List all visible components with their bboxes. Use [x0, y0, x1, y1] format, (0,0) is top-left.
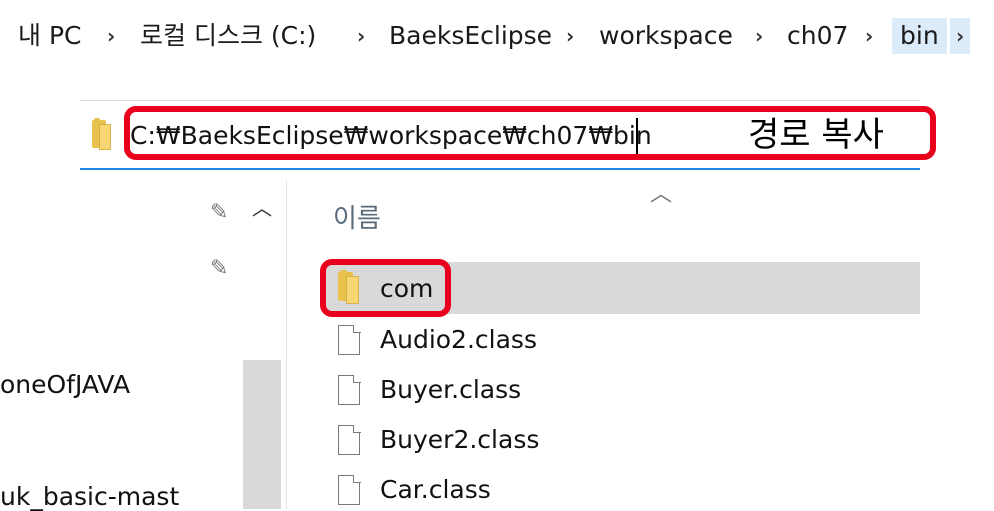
com-highlight-box	[320, 259, 451, 317]
copy-path-annotation: 경로 복사	[748, 115, 884, 155]
file-icon	[338, 424, 361, 455]
chevron-up-icon[interactable]: ︿	[252, 192, 272, 221]
breadcrumb-item-my-pc[interactable]: 내 PC	[18, 18, 81, 54]
file-name-car[interactable]: Car.class	[380, 475, 491, 504]
folder-icon	[92, 118, 112, 151]
breadcrumb: 내 PC › 로컬 디스크 (C:) › BaeksEclipse › work…	[0, 0, 994, 72]
chevron-right-icon[interactable]: ›	[950, 18, 971, 54]
file-icon	[338, 324, 361, 355]
file-icon	[338, 374, 361, 405]
breadcrumb-item-bin[interactable]: bin	[892, 18, 947, 54]
chevron-right-icon[interactable]: ›	[865, 18, 873, 54]
file-name-buyer[interactable]: Buyer.class	[380, 375, 521, 404]
file-name-buyer2[interactable]: Buyer2.class	[380, 425, 539, 454]
chevron-right-icon[interactable]: ›	[107, 18, 115, 54]
breadcrumb-item-baekseclipse[interactable]: BaeksEclipse	[389, 18, 552, 54]
chevron-right-icon[interactable]: ›	[357, 18, 365, 54]
nav-item-basic-master[interactable]: uk_basic-mast	[0, 482, 243, 511]
nav-item-oneofjava[interactable]: oneOfJAVA	[0, 370, 210, 399]
chevron-right-icon[interactable]: ›	[755, 18, 763, 54]
pin-icon[interactable]: ✎	[210, 200, 228, 225]
chevron-right-icon[interactable]: ›	[566, 18, 574, 54]
breadcrumb-item-local-disk[interactable]: 로컬 디스크 (C:)	[140, 18, 316, 54]
pin-icon[interactable]: ✎	[210, 256, 228, 281]
file-icon	[338, 474, 361, 505]
breadcrumb-item-ch07[interactable]: ch07	[787, 18, 848, 54]
sort-ascending-icon: ︿	[650, 182, 673, 207]
breadcrumb-item-workspace[interactable]: workspace	[599, 18, 733, 54]
pane-divider[interactable]	[286, 180, 287, 509]
file-name-audio2[interactable]: Audio2.class	[380, 325, 537, 354]
scrollbar-thumb[interactable]	[243, 360, 281, 509]
column-header-name[interactable]: 이름	[333, 198, 381, 235]
